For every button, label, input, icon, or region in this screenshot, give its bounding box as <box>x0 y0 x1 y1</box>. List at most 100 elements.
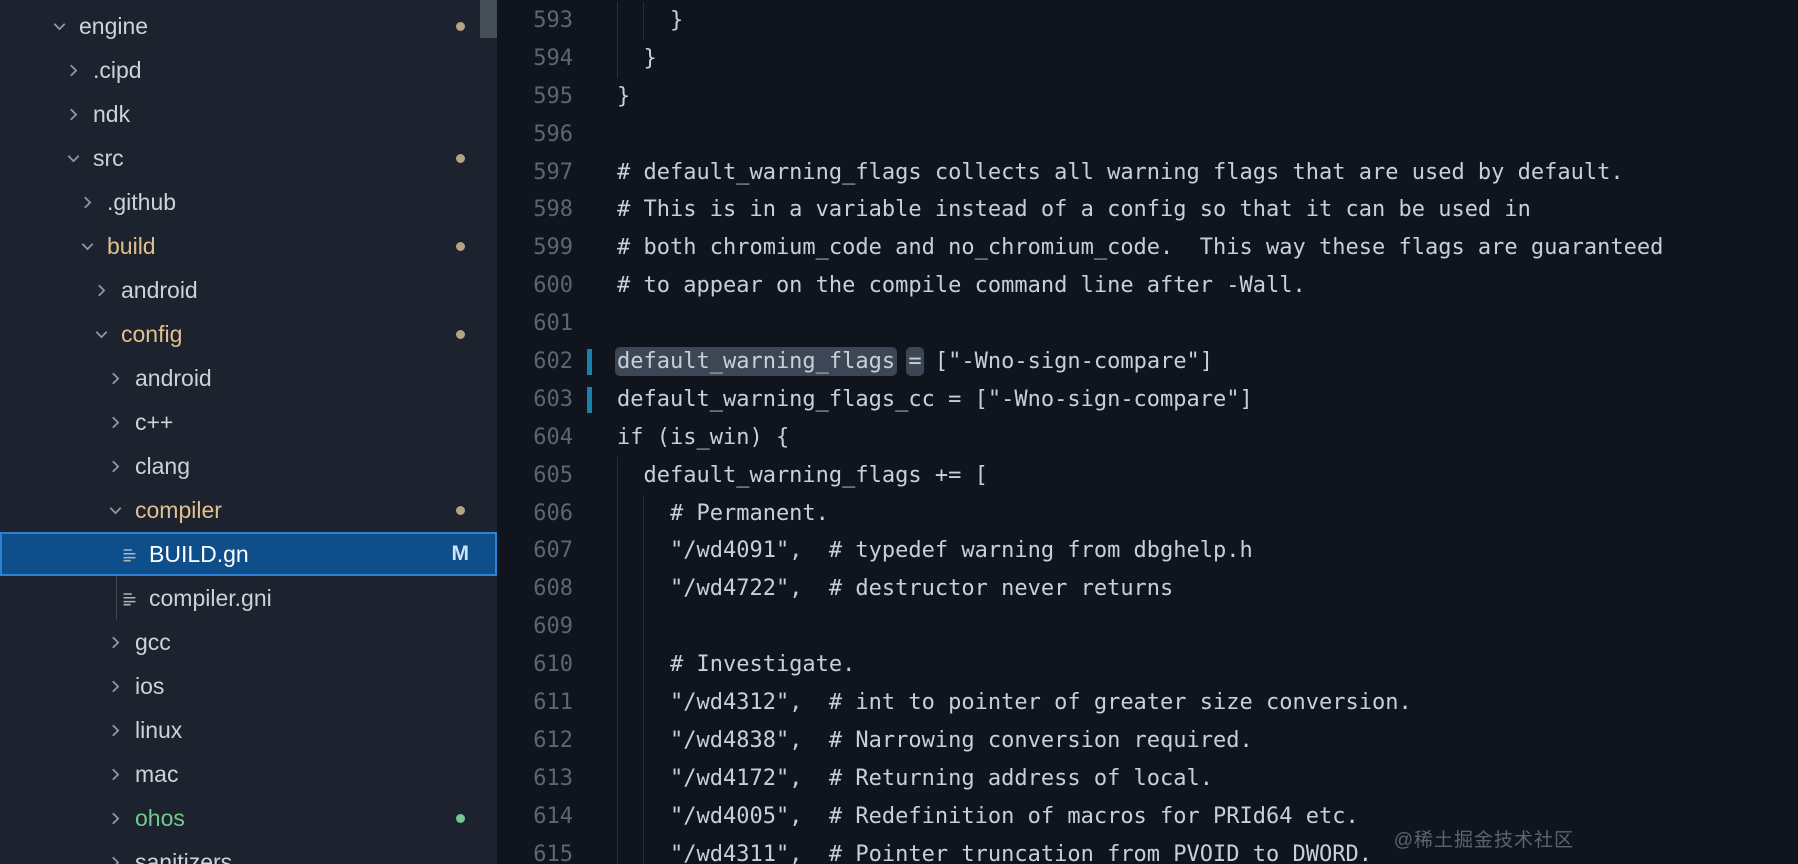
code-text: # default_warning_flags collects all war… <box>617 159 1624 185</box>
code-line-603[interactable]: 603 default_warning_flags_cc = ["-Wno-sig… <box>497 381 1798 419</box>
code-line-615[interactable]: 615 "/wd4311", # Pointer truncation from… <box>497 835 1798 864</box>
chevron-right-icon[interactable] <box>106 413 135 432</box>
tree-folder-linux[interactable]: linux <box>0 708 497 752</box>
code-text: default_warning_flags_cc = ["-Wno-sign-c… <box>617 386 1253 412</box>
tree-folder-config[interactable]: config <box>0 312 497 356</box>
sidebar-scrollbar[interactable] <box>480 0 497 38</box>
tree-folder-.github[interactable]: .github <box>0 180 497 224</box>
tree-folder-sanitizers[interactable]: sanitizers <box>0 840 497 864</box>
chevron-right-icon[interactable] <box>92 281 121 300</box>
git-change-indicator <box>587 386 592 413</box>
line-number: 615 <box>533 841 573 864</box>
code-line-613[interactable]: 613 "/wd4172", # Returning address of lo… <box>497 759 1798 798</box>
code-line-612[interactable]: 612 "/wd4838", # Narrowing conversion re… <box>497 721 1798 760</box>
indent-guide <box>643 608 645 647</box>
line-number: 600 <box>533 273 573 299</box>
line-number: 597 <box>533 159 573 185</box>
line-number: 607 <box>533 538 573 564</box>
code-line-600[interactable]: 600 # to appear on the compile command li… <box>497 267 1798 305</box>
chevron-right-icon[interactable] <box>106 721 135 740</box>
chevron-down-icon[interactable] <box>64 149 93 168</box>
code-line-599[interactable]: 599 # both chromium_code and no_chromium_… <box>497 229 1798 267</box>
tree-folder-ndk[interactable]: ndk <box>0 92 497 136</box>
gutter-decorations <box>573 229 617 267</box>
code-line-594[interactable]: 594 } <box>497 39 1798 78</box>
chevron-right-icon[interactable] <box>106 677 135 696</box>
chevron-down-icon[interactable] <box>78 237 107 256</box>
tree-folder-ios[interactable]: ios <box>0 664 497 708</box>
line-number: 601 <box>533 311 573 337</box>
line-number: 593 <box>533 8 573 33</box>
tree-folder-mac[interactable]: mac <box>0 752 497 796</box>
tree-folder-clang[interactable]: clang <box>0 444 497 488</box>
gutter-decorations <box>573 532 617 570</box>
code-text: "/wd4005", # Redefinition of macros for … <box>617 797 1798 836</box>
tree-folder-src[interactable]: src <box>0 136 497 180</box>
tree-folder-android[interactable]: android <box>0 356 497 400</box>
line-number: 594 <box>533 45 573 71</box>
line-number: 608 <box>533 576 573 602</box>
code-line-606[interactable]: 606 # Permanent. <box>497 494 1798 533</box>
gutter-decorations <box>573 116 617 154</box>
indent-guide <box>617 759 618 798</box>
code-line-601[interactable]: 601 <box>497 305 1798 343</box>
gutter-decorations <box>573 419 617 457</box>
tree-file-compiler.gni[interactable]: compiler.gni <box>0 576 497 620</box>
tree-folder-gcc[interactable]: gcc <box>0 620 497 664</box>
code-line-605[interactable]: 605 default_warning_flags += [ <box>497 456 1798 495</box>
code-line-593[interactable]: 593 } <box>497 2 1798 40</box>
code-line-614[interactable]: 614 "/wd4005", # Redefinition of macros … <box>497 797 1798 836</box>
chevron-right-icon[interactable] <box>106 457 135 476</box>
code-line-609[interactable]: 609 <box>497 608 1798 647</box>
code-line-611[interactable]: 611 "/wd4312", # int to pointer of great… <box>497 684 1798 722</box>
gutter-decorations <box>573 343 617 381</box>
indent-guide <box>643 835 645 864</box>
code-line-596[interactable]: 596 <box>497 116 1798 154</box>
chevron-right-icon[interactable] <box>106 633 135 652</box>
indent-guide <box>643 494 645 533</box>
tree-item-label: mac <box>135 760 179 787</box>
code-line-607[interactable]: 607 "/wd4091", # typedef warning from db… <box>497 532 1798 571</box>
tree-folder-engine[interactable]: engine <box>0 4 497 48</box>
code-line-597[interactable]: 597 # default_warning_flags collects all … <box>497 154 1798 192</box>
chevron-right-icon[interactable] <box>78 193 107 212</box>
gutter-decorations <box>573 154 617 192</box>
chevron-down-icon[interactable] <box>50 17 79 36</box>
tree-item-label: linux <box>135 716 183 743</box>
code-text: # This is in a variable instead of a con… <box>617 197 1531 223</box>
chevron-right-icon[interactable] <box>64 61 93 80</box>
tree-folder-ohos[interactable]: ohos <box>0 796 497 840</box>
chevron-right-icon[interactable] <box>106 765 135 784</box>
indent-guide <box>617 684 618 722</box>
chevron-down-icon[interactable] <box>92 325 121 344</box>
tree-item-label: android <box>135 364 212 391</box>
chevron-right-icon[interactable] <box>64 105 93 124</box>
tree-folder-c++[interactable]: c++ <box>0 400 497 444</box>
code-line-604[interactable]: 604 if (is_win) { <box>497 419 1798 457</box>
code-text: "/wd4838", # Narrowing conversion requir… <box>617 721 1798 760</box>
line-number: 606 <box>533 500 573 526</box>
code-line-595[interactable]: 595} <box>497 78 1798 116</box>
gutter-decorations <box>573 722 617 760</box>
tree-folder-compiler[interactable]: compiler <box>0 488 497 532</box>
tree-folder-android[interactable]: android <box>0 268 497 312</box>
code-line-598[interactable]: 598 # This is in a variable instead of a … <box>497 191 1798 229</box>
git-modified-badge: M <box>451 542 470 565</box>
tree-item-label: ohos <box>135 804 185 831</box>
occurrence-highlight: default_warning_flags <box>617 349 896 375</box>
code-editor[interactable]: 593 } 594 } 595} 596 597 # default_warning_fl… <box>497 0 1798 864</box>
chevron-right-icon[interactable] <box>106 853 135 864</box>
chevron-down-icon[interactable] <box>106 501 135 520</box>
code-line-602[interactable]: 602 default_warning_flags = ["-Wno-sign-c… <box>497 343 1798 381</box>
tree-file-BUILD.gn[interactable]: BUILD.gn M <box>0 532 497 576</box>
git-change-indicator <box>587 349 592 376</box>
chevron-right-icon[interactable] <box>106 809 135 828</box>
code-line-608[interactable]: 608 "/wd4722", # destructor never return… <box>497 570 1798 609</box>
code-line-610[interactable]: 610 # Investigate. <box>497 646 1798 685</box>
tree-item-label: c++ <box>135 408 174 435</box>
tree-folder-.cipd[interactable]: .cipd <box>0 48 497 92</box>
line-number: 595 <box>533 83 573 109</box>
tree-folder-build[interactable]: build <box>0 224 497 268</box>
chevron-right-icon[interactable] <box>106 369 135 388</box>
